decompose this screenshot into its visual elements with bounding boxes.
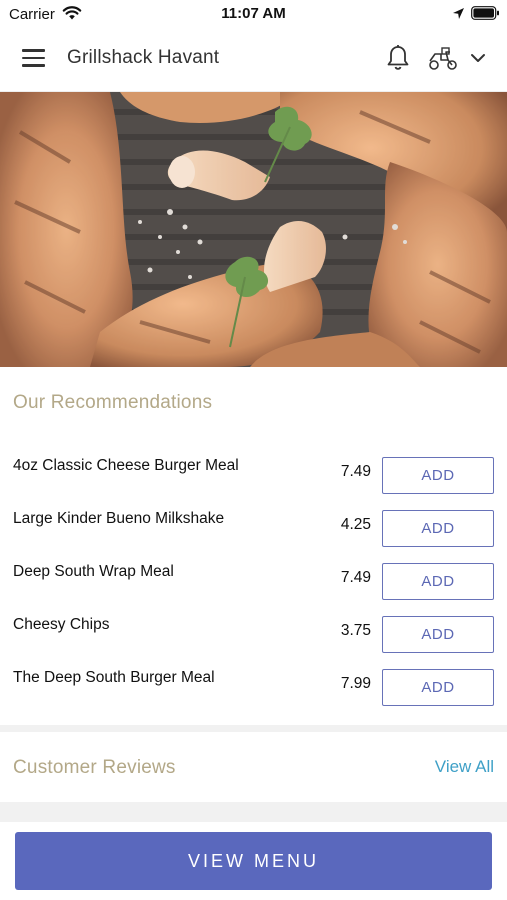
section-divider xyxy=(0,725,507,732)
recommendations-section: Our Recommendations 4oz Classic Cheese B… xyxy=(0,367,507,725)
item-name: The Deep South Burger Meal xyxy=(13,669,215,686)
item-name: 4oz Classic Cheese Burger Meal xyxy=(13,457,239,474)
status-time: 11:07 AM xyxy=(221,5,286,22)
page-title: Grillshack Havant xyxy=(67,47,220,68)
view-all-link[interactable]: View All xyxy=(435,757,494,777)
battery-icon xyxy=(471,6,499,20)
list-item: The Deep South Burger Meal 7.99 ADD xyxy=(0,669,507,722)
view-menu-button[interactable]: VIEW MENU xyxy=(15,832,492,890)
add-button[interactable]: ADD xyxy=(382,616,494,653)
list-item: 4oz Classic Cheese Burger Meal 7.49 ADD xyxy=(0,457,507,510)
item-price: 7.99 xyxy=(340,675,371,692)
app-header: Grillshack Havant xyxy=(0,28,507,92)
delivery-icon[interactable] xyxy=(427,46,459,72)
chevron-down-icon[interactable] xyxy=(469,51,487,65)
item-price: 7.49 xyxy=(340,463,371,480)
add-button[interactable]: ADD xyxy=(382,510,494,547)
item-name: Large Kinder Bueno Milkshake xyxy=(13,510,225,527)
reviews-title: Customer Reviews xyxy=(13,757,176,778)
item-price: 4.25 xyxy=(340,516,371,533)
bell-icon[interactable] xyxy=(385,44,411,72)
list-item: Deep South Wrap Meal 7.49 ADD xyxy=(0,563,507,616)
recommendations-title: Our Recommendations xyxy=(13,392,213,413)
item-price: 3.75 xyxy=(340,622,371,639)
menu-icon[interactable] xyxy=(22,49,46,69)
item-price: 7.49 xyxy=(340,569,371,586)
item-name: Cheesy Chips xyxy=(13,616,110,633)
add-button[interactable]: ADD xyxy=(382,563,494,600)
item-name: Deep South Wrap Meal xyxy=(13,563,174,580)
status-bar: Carrier 11:07 AM xyxy=(0,0,507,28)
location-icon xyxy=(453,8,464,19)
grilled-chicken-photo xyxy=(0,92,507,367)
reviews-section: Customer Reviews View All xyxy=(0,732,507,802)
add-button[interactable]: ADD xyxy=(382,669,494,706)
section-divider xyxy=(0,802,507,822)
list-item: Cheesy Chips 3.75 ADD xyxy=(0,616,507,669)
add-button[interactable]: ADD xyxy=(382,457,494,494)
bottom-bar: VIEW MENU xyxy=(0,822,507,900)
hero-image xyxy=(0,92,507,367)
list-item: Large Kinder Bueno Milkshake 4.25 ADD xyxy=(0,510,507,563)
